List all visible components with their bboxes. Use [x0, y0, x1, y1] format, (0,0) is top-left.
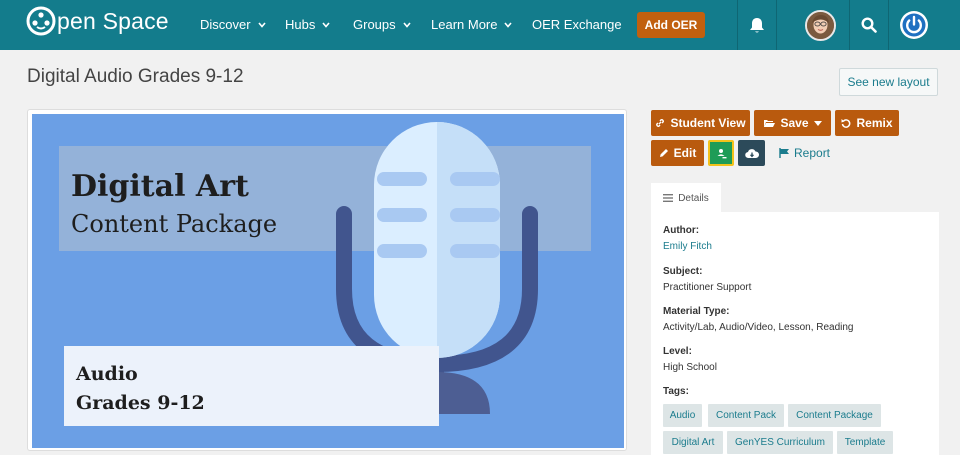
- top-navbar: pen Space Discover Hubs Groups Learn Mor…: [0, 0, 960, 50]
- search-button[interactable]: [850, 0, 888, 50]
- caret-down-icon: [813, 120, 822, 126]
- tag-chip[interactable]: GenYES Curriculum: [727, 431, 833, 454]
- hero-line-1: Digital Art: [71, 169, 249, 204]
- report-label: Report: [794, 146, 831, 160]
- nav-hubs[interactable]: Hubs: [285, 17, 330, 32]
- remix-label: Remix: [856, 116, 893, 130]
- undo-icon: [841, 119, 851, 128]
- power-icon: [900, 11, 928, 39]
- list-icon: [663, 194, 674, 202]
- folder-open-icon: [764, 120, 776, 127]
- search-icon: [861, 17, 877, 33]
- logo-text: pen Space: [57, 7, 169, 34]
- author-link[interactable]: Emily Fitch: [663, 241, 712, 252]
- edit-button[interactable]: Edit: [651, 140, 704, 166]
- logo-icon: [26, 6, 56, 36]
- chevron-down-icon: [257, 21, 266, 28]
- hero-line-2: Content Package: [71, 210, 277, 238]
- avatar-image: [806, 11, 834, 39]
- hero-line-4: Grades 9-12: [76, 392, 205, 414]
- nav-discover[interactable]: Discover: [200, 17, 266, 32]
- bell-icon: [750, 17, 764, 32]
- save-label: Save: [780, 116, 809, 130]
- nav-learn-more-label: Learn More: [431, 17, 498, 32]
- resource-cover-image[interactable]: Digital Art Content Package Audio Grades…: [32, 114, 624, 448]
- nav-groups-label: Groups: [353, 17, 396, 32]
- level-value: High School: [663, 362, 717, 373]
- tags-label: Tags:: [663, 386, 689, 397]
- tab-details-label: Details: [678, 192, 709, 204]
- classroom-icon: [717, 149, 727, 159]
- details-panel: Author: Emily Fitch Subject: Practitione…: [651, 212, 939, 455]
- tag-chip[interactable]: Template: [837, 431, 893, 454]
- subject-value: Practitioner Support: [663, 282, 752, 293]
- save-button[interactable]: Save: [754, 110, 831, 136]
- pencil-icon: [659, 149, 668, 157]
- tag-chip[interactable]: Digital Art: [663, 431, 723, 454]
- download-button[interactable]: [738, 140, 765, 166]
- chevron-down-icon: [504, 21, 513, 28]
- cloud-download-icon: [744, 148, 759, 158]
- material-type-label: Material Type:: [663, 306, 730, 317]
- nav-learn-more[interactable]: Learn More: [431, 17, 513, 32]
- add-oer-button[interactable]: Add OER: [637, 12, 705, 38]
- see-new-layout-button[interactable]: See new layout: [839, 68, 938, 96]
- level-label: Level:: [663, 346, 692, 357]
- tag-chip[interactable]: Content Package: [788, 404, 881, 427]
- tag-chip[interactable]: Audio: [663, 404, 702, 427]
- nav-oer-exchange[interactable]: OER Exchange: [532, 17, 622, 32]
- nav-hubs-label: Hubs: [285, 17, 316, 32]
- avatar: [804, 9, 836, 41]
- logout-button[interactable]: [896, 0, 932, 50]
- student-view-label: Student View: [670, 116, 746, 130]
- nav-divider: [776, 0, 777, 50]
- nav-discover-label: Discover: [200, 17, 251, 32]
- nav-oer-exchange-label: OER Exchange: [532, 17, 622, 32]
- tag-chip[interactable]: Content Pack: [708, 404, 784, 427]
- report-link[interactable]: Report: [779, 146, 830, 160]
- edit-label: Edit: [673, 146, 697, 160]
- chevron-down-icon: [403, 21, 411, 28]
- author-label: Author:: [663, 225, 700, 236]
- notifications-button[interactable]: [738, 0, 776, 50]
- material-type-value: Activity/Lab, Audio/Video, Lesson, Readi…: [663, 322, 854, 333]
- google-classroom-button[interactable]: [708, 140, 734, 166]
- tab-details[interactable]: Details: [651, 183, 721, 213]
- nav-divider: [888, 0, 889, 50]
- student-view-button[interactable]: Student View: [651, 110, 750, 136]
- subject-label: Subject:: [663, 266, 703, 277]
- page-title: Digital Audio Grades 9-12: [27, 66, 244, 87]
- chevron-down-icon: [322, 21, 330, 28]
- resource-image-frame: Digital Art Content Package Audio Grades…: [27, 109, 627, 451]
- nav-groups[interactable]: Groups: [353, 17, 411, 32]
- remix-button[interactable]: Remix: [835, 110, 899, 136]
- user-menu-button[interactable]: [803, 0, 837, 50]
- hero-line-3: Audio: [75, 363, 138, 385]
- link-icon: [656, 119, 665, 127]
- open-space-logo[interactable]: pen Space: [26, 5, 169, 37]
- flag-icon: [779, 148, 789, 158]
